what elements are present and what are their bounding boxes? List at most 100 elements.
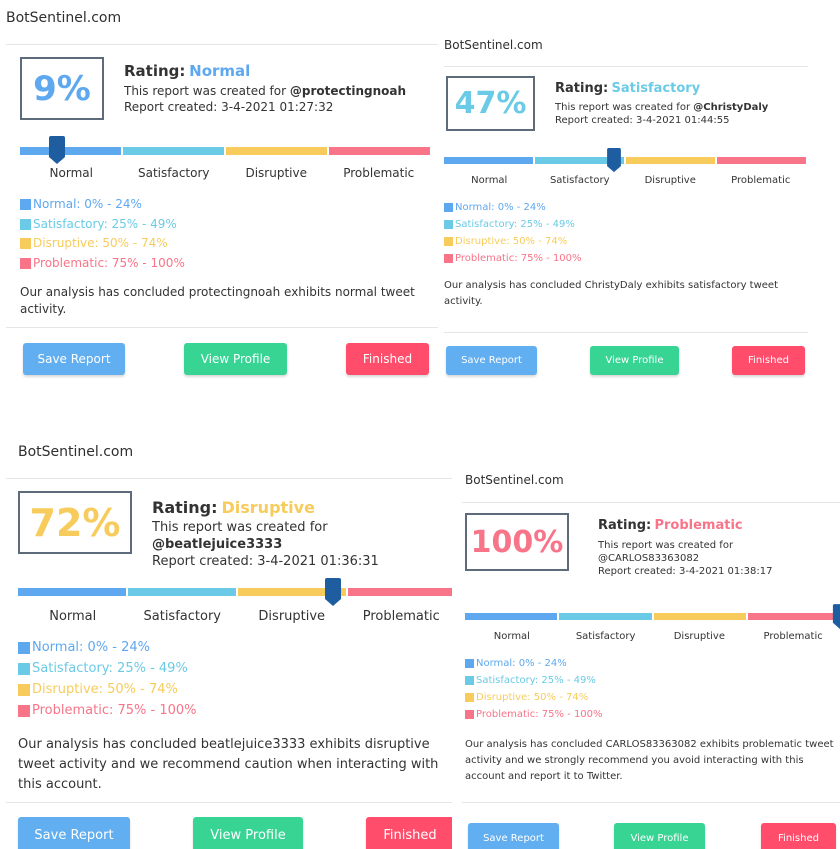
rating-title: Rating: Satisfactory bbox=[555, 81, 700, 96]
save-report-button[interactable]: Save Report bbox=[446, 346, 537, 375]
scale-label-satisfactory: Satisfactory bbox=[575, 631, 636, 642]
legend-text: Disruptive: 50% - 74% bbox=[33, 236, 168, 250]
legend-text: Disruptive: 50% - 74% bbox=[476, 692, 589, 703]
scale-label-disruptive: Disruptive bbox=[673, 631, 725, 642]
scale-label-disruptive: Disruptive bbox=[644, 175, 696, 186]
legend-swatch bbox=[18, 641, 30, 654]
legend-text: Problematic: 75% - 100% bbox=[33, 255, 185, 270]
legend: Normal: 0% - 24% Satisfactory: 25% - 49%… bbox=[20, 195, 185, 273]
score-marker-icon bbox=[832, 604, 840, 629]
report-info: This report was created for @protectingn… bbox=[124, 84, 406, 115]
rating-label: Rating: bbox=[152, 498, 218, 517]
legend-text: Satisfactory: 25% - 49% bbox=[455, 219, 575, 230]
footer-divider bbox=[6, 802, 452, 803]
created-for-text: This report was created for bbox=[152, 520, 328, 535]
legend-text: Satisfactory: 25% - 49% bbox=[476, 675, 596, 686]
score-percent: 9% bbox=[20, 57, 104, 120]
scale-segment-problematic bbox=[747, 613, 840, 620]
header-divider bbox=[462, 502, 840, 503]
scale-label-normal: Normal bbox=[471, 175, 508, 186]
scale-segment-disruptive bbox=[626, 157, 715, 164]
score-percent: 72% bbox=[18, 491, 132, 554]
view-profile-button[interactable]: View Profile bbox=[193, 817, 303, 849]
legend-item-normal: Normal: 0% - 24% bbox=[465, 655, 603, 672]
legend-text: Normal: 0% - 24% bbox=[32, 640, 151, 655]
legend-swatch bbox=[18, 683, 30, 696]
save-report-button[interactable]: Save Report bbox=[18, 817, 130, 849]
rating-value: Problematic bbox=[654, 518, 743, 533]
handle: @beatlejuice3333 bbox=[152, 536, 283, 552]
legend: Normal: 0% - 24% Satisfactory: 25% - 49%… bbox=[444, 199, 582, 267]
rating-label: Rating: bbox=[555, 81, 609, 96]
scale-segment-satisfactory bbox=[559, 613, 652, 620]
score-marker-icon bbox=[607, 148, 622, 173]
rating-value: Normal bbox=[189, 62, 251, 80]
legend-item-satisfactory: Satisfactory: 25% - 49% bbox=[20, 215, 185, 235]
handle: @CARLOS83363082 bbox=[598, 553, 700, 564]
legend: Normal: 0% - 24% Satisfactory: 25% - 49%… bbox=[18, 637, 197, 721]
report-created: Report created: 3-4-2021 01:36:31 bbox=[152, 553, 379, 569]
legend-item-problematic: Problematic: 75% - 100% bbox=[18, 700, 197, 721]
legend-item-normal: Normal: 0% - 24% bbox=[18, 637, 197, 658]
rating-scale-bar bbox=[444, 157, 806, 164]
legend-swatch bbox=[20, 257, 31, 269]
header-divider bbox=[444, 66, 808, 67]
legend-text: Problematic: 75% - 100% bbox=[476, 709, 603, 720]
scale-label-problematic: Problematic bbox=[362, 609, 440, 624]
score-marker-icon bbox=[48, 136, 65, 164]
scale-label-disruptive: Disruptive bbox=[245, 166, 307, 180]
report-info: This report was created for @beatlejuice… bbox=[152, 520, 452, 571]
finished-button[interactable]: Finished bbox=[732, 346, 805, 375]
legend-text: Satisfactory: 25% - 49% bbox=[32, 661, 188, 676]
site-title: BotSentinel.com bbox=[444, 38, 543, 52]
analysis-summary: Our analysis has concluded protectingnoa… bbox=[20, 285, 415, 316]
rating-title: Rating: Problematic bbox=[598, 518, 743, 533]
legend: Normal: 0% - 24% Satisfactory: 25% - 49%… bbox=[465, 655, 603, 723]
legend-text: Disruptive: 50% - 74% bbox=[455, 236, 568, 247]
legend-item-disruptive: Disruptive: 50% - 74% bbox=[465, 689, 603, 706]
finished-button[interactable]: Finished bbox=[761, 823, 836, 849]
legend-item-normal: Normal: 0% - 24% bbox=[444, 199, 582, 216]
report-created: Report created: 3-4-2021 01:44:55 bbox=[555, 115, 730, 126]
save-report-button[interactable]: Save Report bbox=[23, 343, 125, 375]
save-report-button[interactable]: Save Report bbox=[468, 823, 559, 849]
handle: @ChristyDaly bbox=[693, 102, 769, 113]
view-profile-button[interactable]: View Profile bbox=[614, 823, 705, 849]
legend-text: Normal: 0% - 24% bbox=[33, 197, 142, 211]
scale-segment-satisfactory bbox=[123, 147, 224, 155]
legend-swatch bbox=[20, 238, 31, 250]
scale-label-satisfactory: Satisfactory bbox=[143, 609, 221, 624]
scale-label-normal: Normal bbox=[49, 166, 93, 180]
legend-swatch bbox=[20, 199, 31, 211]
scale-segment-problematic bbox=[348, 588, 452, 596]
score-percent: 47% bbox=[446, 76, 535, 131]
legend-swatch bbox=[18, 704, 30, 717]
scale-label-disruptive: Disruptive bbox=[258, 609, 326, 624]
legend-swatch bbox=[465, 693, 474, 702]
footer-divider bbox=[444, 332, 808, 333]
scale-labels: Normal Satisfactory Disruptive Problemat… bbox=[444, 175, 806, 186]
report-card-christydaly: BotSentinel.com 47% Rating: Satisfactory … bbox=[438, 28, 840, 392]
finished-button[interactable]: Finished bbox=[366, 817, 452, 849]
scale-segment-disruptive bbox=[653, 613, 746, 620]
scale-segment-problematic bbox=[329, 147, 430, 155]
score-percent: 100% bbox=[465, 513, 569, 571]
legend-text: Normal: 0% - 24% bbox=[455, 202, 546, 213]
legend-item-satisfactory: Satisfactory: 25% - 49% bbox=[465, 672, 603, 689]
scale-label-normal: Normal bbox=[49, 609, 97, 624]
scale-label-satisfactory: Satisfactory bbox=[137, 166, 210, 180]
scale-segment-disruptive bbox=[226, 147, 327, 155]
scale-labels: Normal Satisfactory Disruptive Problemat… bbox=[20, 166, 430, 180]
rating-value: Disruptive bbox=[221, 498, 315, 517]
view-profile-button[interactable]: View Profile bbox=[590, 346, 679, 375]
legend-item-disruptive: Disruptive: 50% - 74% bbox=[18, 679, 197, 700]
report-created: Report created: 3-4-2021 01:38:17 bbox=[598, 566, 773, 577]
view-profile-button[interactable]: View Profile bbox=[184, 343, 287, 375]
handle: @protectingnoah bbox=[289, 84, 407, 98]
legend-item-problematic: Problematic: 75% - 100% bbox=[465, 706, 603, 723]
legend-item-disruptive: Disruptive: 50% - 74% bbox=[444, 233, 582, 250]
scale-segment-normal bbox=[18, 588, 126, 596]
analysis-summary: Our analysis has concluded beatlejuice33… bbox=[18, 737, 439, 792]
scale-segment-normal bbox=[465, 613, 558, 620]
finished-button[interactable]: Finished bbox=[346, 343, 429, 375]
